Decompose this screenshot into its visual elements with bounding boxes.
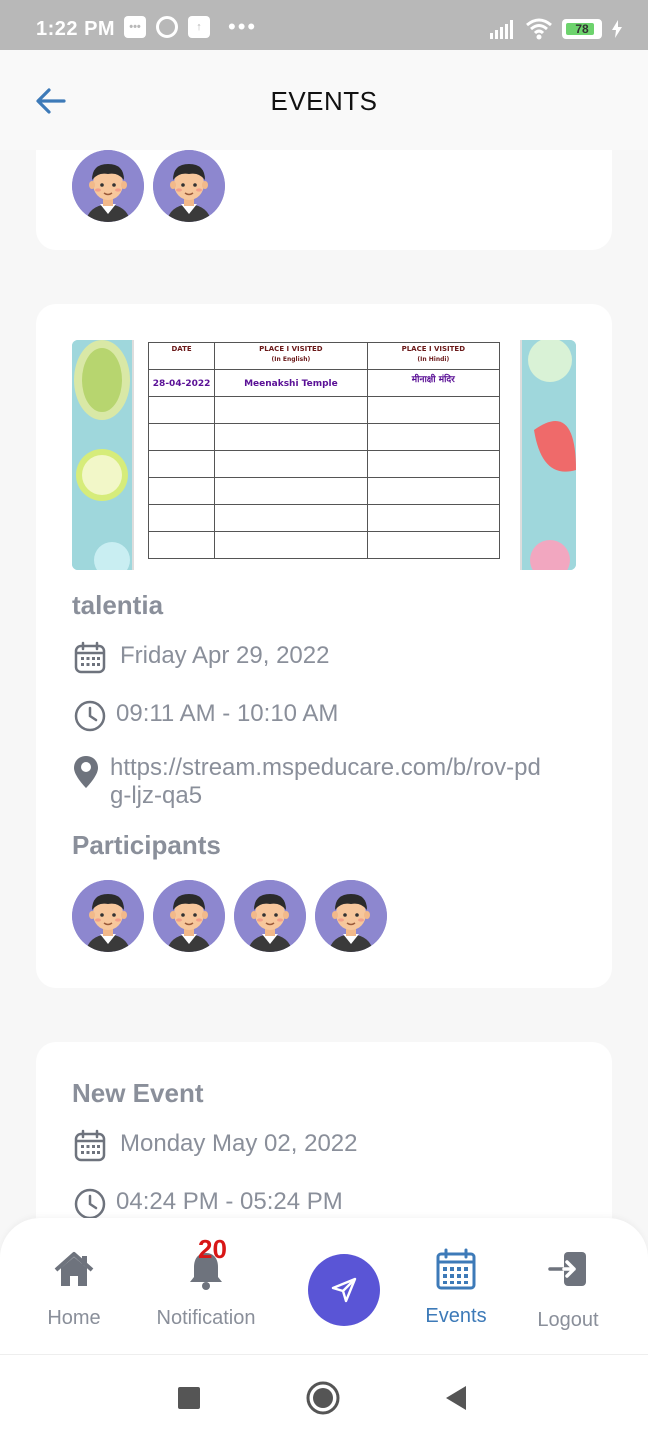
- participants-avatars: [72, 880, 387, 952]
- location-pin-icon: [74, 756, 98, 788]
- home-system-button[interactable]: [306, 1381, 340, 1420]
- nav-notification[interactable]: 20 Notification: [150, 1234, 262, 1330]
- home-icon: [54, 1252, 94, 1286]
- calendar-icon: [436, 1248, 476, 1290]
- visited-places-table: DATE PLACE I VISITED (In English) PLACE I…: [147, 342, 501, 559]
- events-list[interactable]: DATE PLACE I VISITED (In English) PLACE I…: [0, 150, 648, 1218]
- participants-label: Participants: [72, 830, 221, 860]
- avatar: [72, 880, 144, 952]
- wifi-icon: [526, 18, 552, 40]
- status-notification-icons: ••• ↑ •••: [124, 16, 257, 38]
- table-header-place-english: PLACE I VISITED: [259, 345, 323, 353]
- more-icon: •••: [228, 14, 258, 39]
- avatar: [153, 150, 225, 222]
- table-subheader-hindi: (In Hindi): [417, 356, 450, 363]
- participants-avatars: [72, 150, 225, 222]
- event-time-row: 04:24 PM - 05:24 PM: [72, 1186, 343, 1218]
- nav-events-label: Events: [425, 1305, 487, 1327]
- page-title: EVENTS: [270, 86, 378, 116]
- event-card[interactable]: New Event Monday May 02, 2022 04:24 PM -…: [36, 1042, 612, 1218]
- battery-icon: 78: [562, 19, 602, 39]
- app-header: EVENTS: [0, 50, 648, 150]
- system-navigation-bar: [0, 1354, 648, 1440]
- nav-home[interactable]: Home: [44, 1248, 104, 1330]
- signal-icon: [490, 20, 513, 39]
- bottom-navigation: Home 20 Notification Events Logout: [0, 1218, 648, 1354]
- message-icon: •••: [124, 16, 146, 38]
- charging-icon: [612, 20, 622, 38]
- worksheet-paper: DATE PLACE I VISITED (In English) PLACE I…: [132, 340, 522, 570]
- table-header-place-hindi: PLACE I VISITED: [401, 345, 466, 353]
- status-time: 1:22 PM: [36, 18, 116, 40]
- nav-events[interactable]: Events: [424, 1248, 488, 1328]
- event-location-row: https://stream.mspeducare.com/b/rov-pdg-…: [72, 754, 550, 810]
- table-header-date: DATE: [171, 345, 192, 353]
- event-image[interactable]: DATE PLACE I VISITED (In English) PLACE I…: [72, 340, 576, 570]
- avatar: [315, 880, 387, 952]
- clock-icon: [74, 700, 106, 732]
- event-card[interactable]: DATE PLACE I VISITED (In English) PLACE I…: [36, 304, 612, 988]
- circle-icon: [306, 1381, 340, 1415]
- send-button[interactable]: [308, 1254, 380, 1326]
- status-bar: 1:22 PM ••• ↑ ••• 78: [0, 0, 648, 50]
- event-title: talentia: [72, 590, 164, 620]
- battery-level: 78: [575, 22, 589, 36]
- event-card[interactable]: [36, 150, 612, 250]
- nav-notification-label: Notification: [156, 1307, 256, 1329]
- logout-icon: [548, 1252, 586, 1286]
- event-date-row: Monday May 02, 2022: [72, 1128, 357, 1164]
- clock-icon: [74, 1188, 106, 1218]
- event-time-row: 09:11 AM - 10:10 AM: [72, 698, 338, 734]
- back-system-button[interactable]: [444, 1385, 468, 1416]
- table-cell-date: 28-04-2022: [147, 369, 216, 397]
- table-subheader-english: (In English): [271, 356, 311, 363]
- avatar: [234, 880, 306, 952]
- notification-badge: 20: [198, 1234, 227, 1264]
- avatar: [153, 880, 225, 952]
- recents-button[interactable]: [178, 1387, 200, 1414]
- table-cell-place-hindi: मीनाक्षी मंदिर: [366, 369, 501, 397]
- triangle-back-icon: [446, 1386, 466, 1410]
- send-icon: [331, 1277, 357, 1303]
- event-time: 09:11 AM - 10:10 AM: [116, 700, 339, 727]
- table-cell-place-english: Meenakshi Temple: [214, 369, 368, 397]
- upload-icon: ↑: [188, 16, 210, 38]
- status-system-icons: 78: [490, 18, 622, 40]
- at-icon: [156, 16, 178, 38]
- event-date: Monday May 02, 2022: [120, 1130, 358, 1157]
- avatar: [72, 150, 144, 222]
- event-title: New Event: [72, 1078, 204, 1108]
- nav-logout[interactable]: Logout: [534, 1248, 602, 1332]
- calendar-icon: [74, 641, 106, 674]
- calendar-icon: [74, 1129, 106, 1162]
- event-date-row: Friday Apr 29, 2022: [72, 640, 329, 676]
- nav-logout-label: Logout: [537, 1309, 599, 1331]
- square-icon: [178, 1387, 200, 1409]
- event-time: 04:24 PM - 05:24 PM: [116, 1188, 343, 1215]
- event-date: Friday Apr 29, 2022: [120, 642, 330, 669]
- nav-home-label: Home: [47, 1307, 101, 1329]
- event-location-link[interactable]: https://stream.mspeducare.com/b/rov-pdg-…: [110, 754, 550, 810]
